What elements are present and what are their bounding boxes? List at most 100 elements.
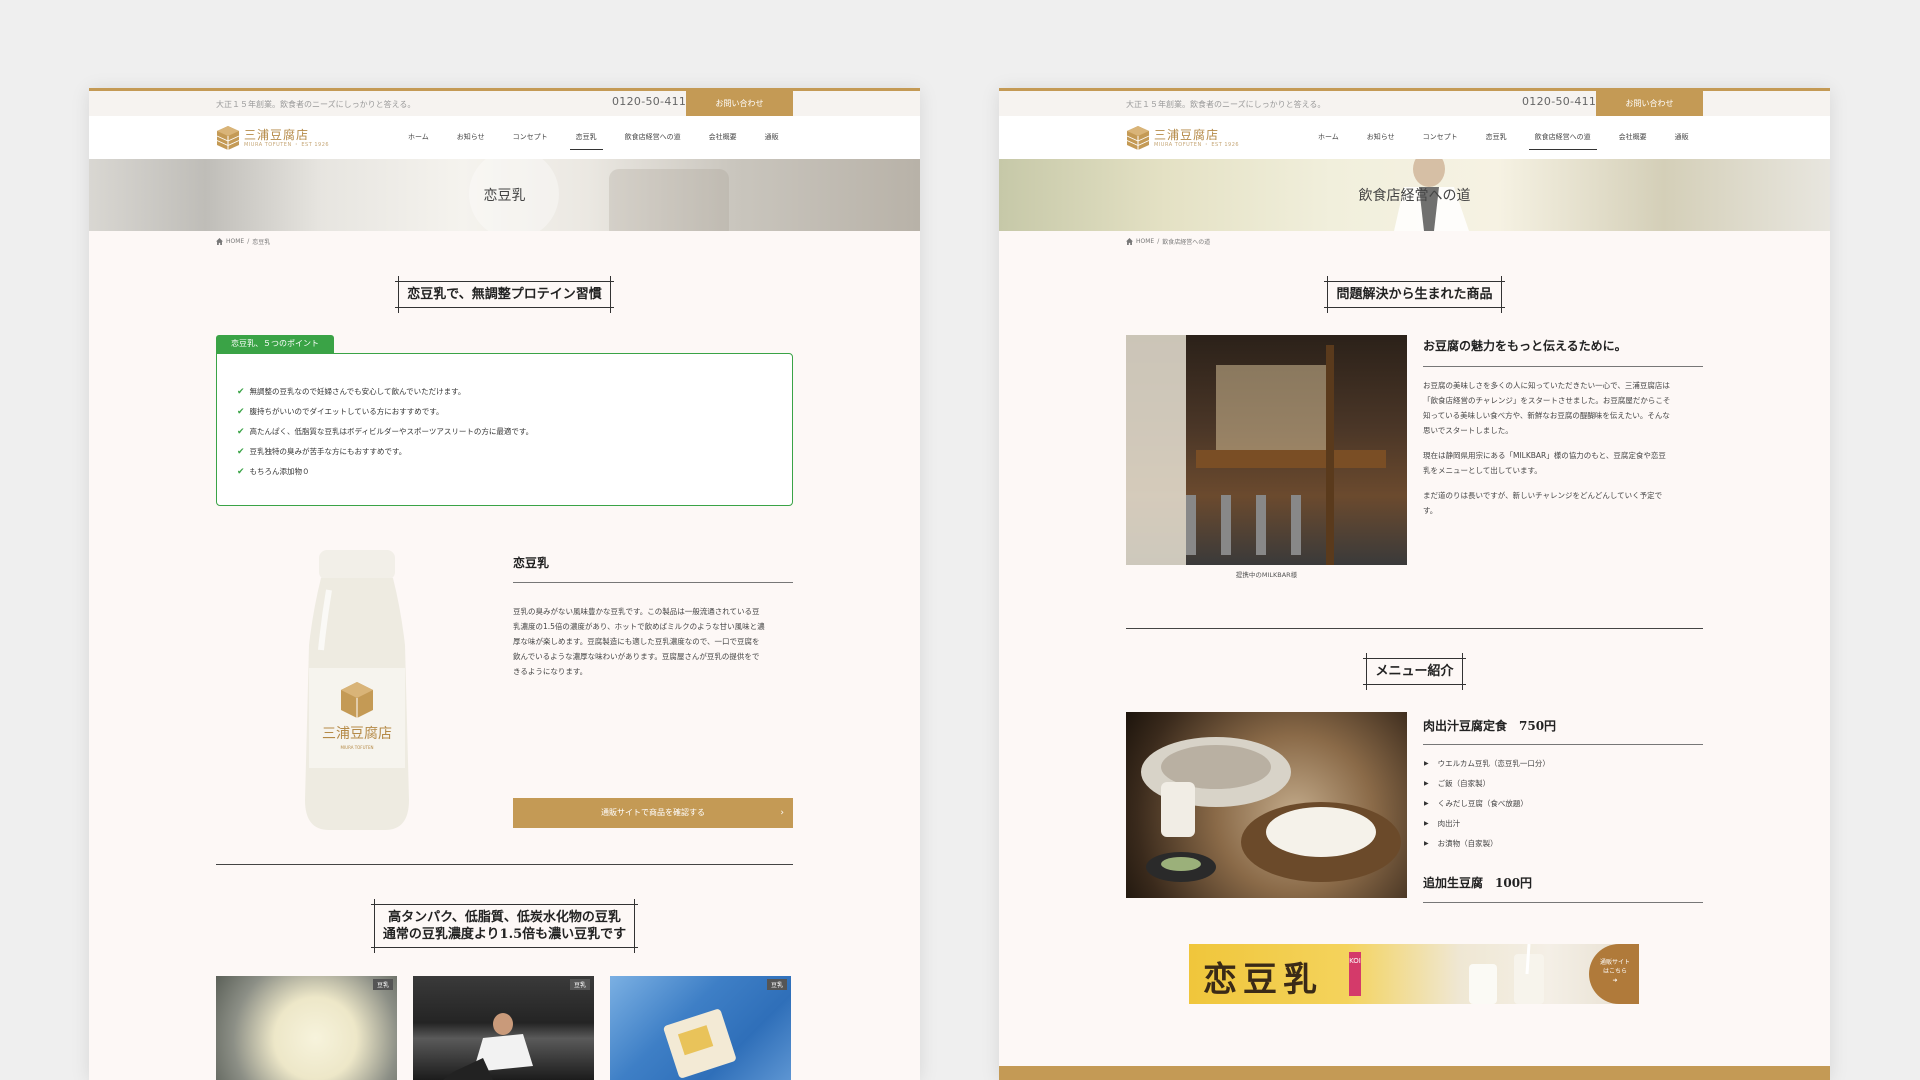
breadcrumb: HOME / 飲食店経営への道 — [1126, 237, 1210, 246]
top-bar: 大正１５年創業。飲食者のニーズにしっかりと答える。 0120-50-4112 お… — [999, 88, 1830, 116]
milkbar-photo — [1126, 335, 1407, 565]
tofu-box-logo-icon — [1126, 126, 1150, 150]
thumb-tag: 豆乳 — [569, 979, 590, 990]
point-item: ✔ 無調整の豆乳なので妊婦さんでも安心して飲んでいただけます。 — [237, 386, 466, 397]
menu-item: ▶ ご飯（自家製） — [1424, 779, 1491, 788]
divider — [1423, 744, 1703, 745]
breadcrumb-current: 飲食店経営への道 — [1162, 239, 1211, 246]
menu-title: 肉出汁豆腐定食 750円 — [1423, 719, 1557, 733]
nav-news[interactable]: お知らせ — [443, 116, 499, 159]
banner-shop-link[interactable]: 通販サイト はこちら ➜ — [1595, 958, 1635, 985]
banner-koi-badge: KOI — [1349, 952, 1361, 996]
point-item: ✔ 腹持ちがいいのでダイエットしている方におすすめです。 — [237, 406, 444, 417]
section-title-2: 高タンパク、低脂質、低炭水化物の豆乳 通常の豆乳濃度より1.5倍も濃い豆乳です — [89, 899, 920, 953]
breadcrumb-current: 恋豆乳 — [252, 239, 271, 246]
menu-item: ▶ くみだし豆腐（食べ放題） — [1424, 799, 1528, 808]
section-divider — [1126, 628, 1703, 629]
logo-name: 三浦豆腐店 — [244, 127, 310, 142]
site-header: 三浦豆腐店 MIURA TOFUTEN ・ EST 1926 ホーム お知らせ … — [999, 116, 1830, 159]
page-left-koi-tonyu: 大正１５年創業。飲食者のニーズにしっかりと答える。 0120-50-4112 お… — [89, 88, 920, 1080]
phone-number[interactable]: 0120-50-4112 — [612, 95, 694, 108]
menu-photo — [1126, 712, 1407, 898]
nav-shop[interactable]: 通販 — [1661, 116, 1703, 159]
home-icon — [1126, 238, 1133, 245]
nav-home[interactable]: ホーム — [394, 116, 443, 159]
side-title: お豆腐の魅力をもっと伝えるために。 — [1423, 339, 1627, 353]
product-description: 豆乳の臭みがない風味豊かな豆乳です。この製品は一般流通されている豆 乳濃度の1.… — [513, 607, 765, 676]
nav-company[interactable]: 会社概要 — [695, 116, 751, 159]
divider — [1423, 902, 1703, 903]
package-illustration — [663, 1009, 736, 1078]
soy-milk-bottle-image: 三浦豆腐店 MIURA TOFUTEN — [305, 550, 409, 830]
tagline: 大正１５年創業。飲食者のニーズにしっかりと答える。 — [216, 100, 416, 109]
phone-number[interactable]: 0120-50-4112 — [1522, 95, 1604, 108]
triangle-right-icon: ▶ — [1424, 820, 1429, 827]
intro-paragraph-1: お豆腐の美味しさを多くの人に知っていただきたい一心で、三浦豆腐店は 「飲食店経営… — [1423, 381, 1671, 435]
nav-koi-tonyu[interactable]: 恋豆乳 — [1472, 116, 1521, 159]
section-title-1: 問題解決から生まれた商品 — [999, 276, 1830, 313]
menu-item: ▶ 肉出汁 — [1424, 819, 1461, 828]
chevron-right-icon: › — [780, 808, 784, 818]
footer-band — [999, 1066, 1830, 1080]
check-icon: ✔ — [237, 466, 245, 477]
thumb-tag: 豆乳 — [372, 979, 393, 990]
shop-site-button[interactable]: 通販サイトで商品を確認する › — [513, 798, 793, 828]
main-nav: ホーム お知らせ コンセプト 恋豆乳 飲食店経営への道 会社概要 通販 — [394, 116, 793, 159]
koi-tonyu-banner[interactable]: 恋豆乳 KOI 通販サイト はこちら ➜ — [1189, 944, 1639, 1004]
point-item: ✔ もちろん添加物０ — [237, 466, 310, 477]
section-divider — [216, 864, 793, 865]
hero-banner: 飲食店経営への道 — [999, 159, 1830, 231]
main-nav: ホーム お知らせ コンセプト 恋豆乳 飲食店経営への道 会社概要 通販 — [1304, 116, 1703, 159]
arrow-right-icon: ➜ — [1612, 977, 1618, 984]
nav-restaurant[interactable]: 飲食店経営への道 — [1521, 116, 1605, 159]
nav-news[interactable]: お知らせ — [1353, 116, 1409, 159]
breadcrumb-home[interactable]: HOME — [1136, 238, 1154, 245]
section-heading: 恋豆乳で、無調整プロテイン習慣 — [395, 276, 614, 313]
check-icon: ✔ — [237, 386, 245, 397]
breadcrumb: HOME / 恋豆乳 — [216, 237, 270, 246]
photo-caption: 提携中のMILKBAR様 — [1235, 571, 1298, 579]
check-icon: ✔ — [237, 446, 245, 457]
product-title: 恋豆乳 — [513, 556, 550, 570]
top-bar: 大正１５年創業。飲食者のニーズにしっかりと答える。 0120-50-4112 お… — [89, 88, 920, 116]
check-icon: ✔ — [237, 426, 245, 437]
site-logo[interactable]: 三浦豆腐店 MIURA TOFUTEN ・ EST 1926 — [216, 124, 329, 152]
logo-name: 三浦豆腐店 — [1154, 127, 1220, 142]
bar-interior-illustration — [1126, 335, 1386, 565]
tofu-set-meal-illustration — [1141, 737, 1401, 882]
thumb-gloves-package[interactable]: 豆乳 — [610, 976, 791, 1080]
menu-item: ▶ お漬物（自家製） — [1424, 839, 1498, 848]
nav-concept[interactable]: コンセプト — [1409, 116, 1472, 159]
contact-button[interactable]: お問い合わせ — [686, 91, 793, 116]
hero-title: 飲食店経営への道 — [1358, 188, 1471, 204]
section-title-2: メニュー紹介 — [999, 653, 1830, 690]
thumb-workout[interactable]: 豆乳 — [413, 976, 594, 1080]
hero-banner: 恋豆乳 — [89, 159, 920, 231]
banner-title: 恋豆乳 — [1203, 960, 1323, 1000]
tagline: 大正１５年創業。飲食者のニーズにしっかりと答える。 — [1126, 100, 1326, 109]
athlete-illustration — [443, 1013, 533, 1080]
bottle-sub: MIURA TOFUTEN — [341, 745, 374, 750]
intro-paragraph-3: まだ道のりは長いですが、新しいチャレンジをどんどんしていく予定で す。 — [1423, 491, 1663, 515]
nav-restaurant[interactable]: 飲食店経営への道 — [611, 116, 695, 159]
nav-home[interactable]: ホーム — [1304, 116, 1353, 159]
contact-button[interactable]: お問い合わせ — [1596, 91, 1703, 116]
nav-shop[interactable]: 通販 — [751, 116, 793, 159]
site-logo[interactable]: 三浦豆腐店 MIURA TOFUTEN ・ EST 1926 — [1126, 124, 1239, 152]
section-heading: メニュー紹介 — [1363, 653, 1466, 690]
nav-concept[interactable]: コンセプト — [499, 116, 562, 159]
page-right-restaurant: 大正１５年創業。飲食者のニーズにしっかりと答える。 0120-50-4112 お… — [999, 88, 1830, 1080]
point-item: ✔ 高たんぱく、低脂質な豆乳はボディビルダーやスポーツアスリートの方に最適です。 — [237, 426, 534, 437]
home-icon — [216, 238, 223, 245]
breadcrumb-home[interactable]: HOME — [226, 238, 244, 245]
thumb-soy-milk-pouring[interactable]: 豆乳 — [216, 976, 397, 1080]
nav-koi-tonyu[interactable]: 恋豆乳 — [562, 116, 611, 159]
triangle-right-icon: ▶ — [1424, 840, 1429, 847]
logo-sub: MIURA TOFUTEN ・ EST 1926 — [244, 141, 330, 148]
nav-company[interactable]: 会社概要 — [1605, 116, 1661, 159]
menu-item: ▶ ウエルカム豆乳（恋豆乳一口分） — [1424, 759, 1550, 768]
section-title-1: 恋豆乳で、無調整プロテイン習慣 — [89, 276, 920, 313]
points-box: ✔ 無調整の豆乳なので妊婦さんでも安心して飲んでいただけます。 ✔ 腹持ちがいいので… — [216, 353, 793, 506]
points-tag: 恋豆乳、５つのポイント — [216, 335, 334, 353]
milk-glasses-illustration — [1469, 944, 1544, 1004]
